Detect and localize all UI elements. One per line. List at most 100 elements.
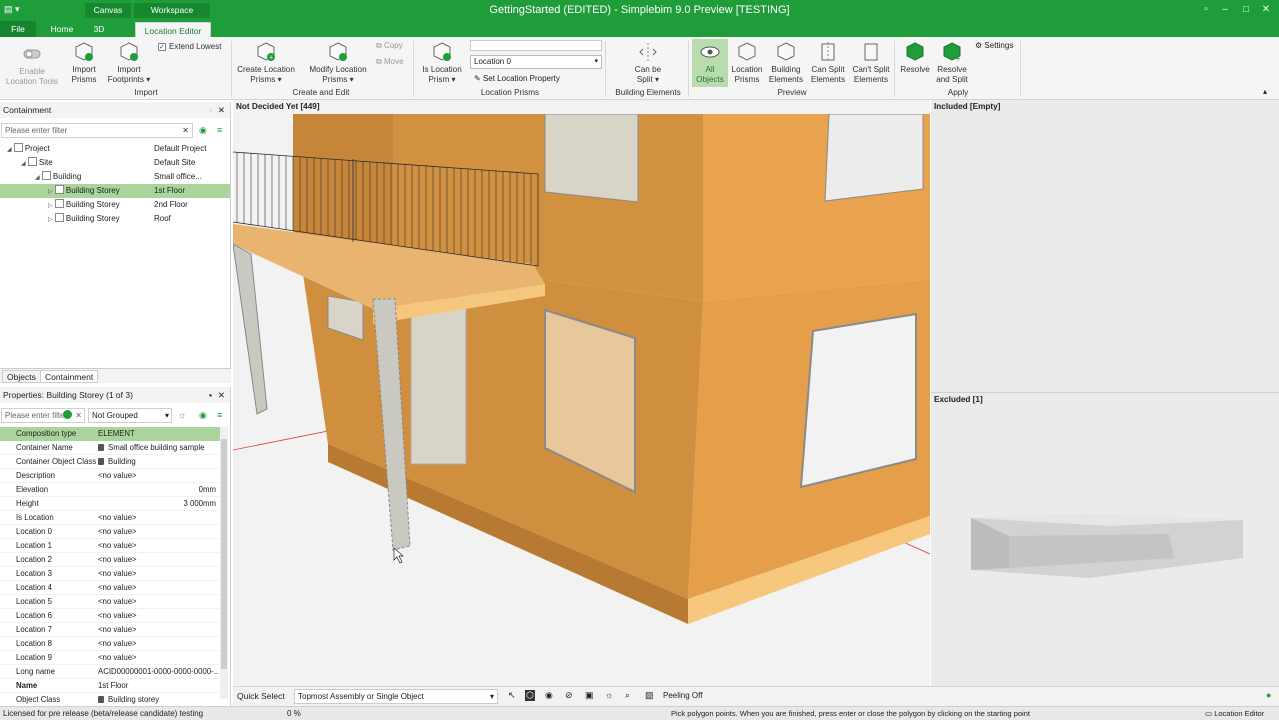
tab-3d[interactable]: 3D	[84, 21, 114, 37]
expander-icon[interactable]: ◢	[21, 161, 26, 167]
property-value[interactable]: <no value>	[96, 581, 218, 595]
cant-split-elements-button[interactable]: Can't Split Elements	[850, 41, 892, 85]
expander-icon[interactable]: ◢	[7, 147, 12, 153]
property-value[interactable]: Small office building sample	[96, 441, 218, 455]
eye-icon[interactable]: ◉	[545, 690, 553, 701]
expander-icon[interactable]: ▷	[48, 189, 53, 195]
property-value[interactable]: Building	[96, 455, 218, 469]
property-value[interactable]: <no value>	[96, 651, 218, 665]
scrollbar[interactable]	[220, 427, 228, 699]
tab-file[interactable]: File	[0, 21, 36, 37]
property-value[interactable]: <no value>	[96, 539, 218, 553]
property-row[interactable]: Location 2 <no value>	[0, 553, 220, 567]
property-row[interactable]: Location 8 <no value>	[0, 637, 220, 651]
property-row[interactable]: Long name ACID00000001-0000-0000-0000-...	[0, 665, 220, 679]
property-row[interactable]: Location 0 <no value>	[0, 525, 220, 539]
property-value[interactable]: <no value>	[96, 623, 218, 637]
tree-row[interactable]: ▷ Building Storey 2nd Floor	[0, 198, 230, 212]
property-value[interactable]: 3 000mm	[96, 497, 218, 511]
settings-button[interactable]: ⚙ Settings	[975, 41, 1013, 50]
property-row[interactable]: Height 3 000mm	[0, 497, 220, 511]
property-row[interactable]: Elevation 0mm	[0, 483, 220, 497]
tab-objects[interactable]: Objects	[2, 370, 41, 383]
pin-icon[interactable]: ▫	[209, 102, 212, 118]
polygon-select-icon[interactable]: ⬡	[525, 690, 535, 701]
building-model[interactable]	[233, 114, 930, 686]
resolve-button[interactable]: Resolve	[898, 41, 932, 75]
tab-location-editor[interactable]: Location Editor	[135, 22, 211, 37]
restore-icon[interactable]: ▫	[1199, 4, 1213, 15]
expander-icon[interactable]: ◢	[35, 175, 40, 181]
property-value[interactable]: <no value>	[96, 609, 218, 623]
property-value[interactable]: <no value>	[96, 637, 218, 651]
property-value[interactable]: <no value>	[96, 469, 218, 483]
target-icon[interactable]: ◉	[199, 125, 207, 136]
excluded-panel[interactable]: Excluded [1]	[931, 393, 1279, 686]
scrollbar-thumb[interactable]	[221, 439, 227, 669]
all-objects-button[interactable]: All Objects	[692, 39, 728, 87]
create-location-prisms-button[interactable]: + Create Location Prisms ▾	[236, 41, 296, 85]
property-row[interactable]: Location 1 <no value>	[0, 539, 220, 553]
property-row[interactable]: Location 5 <no value>	[0, 595, 220, 609]
tree-row[interactable]: ▷ Building Storey Roof	[0, 212, 230, 226]
bulb-icon[interactable]: ☼	[178, 410, 186, 420]
property-value[interactable]: ACID00000001-0000-0000-0000-...	[96, 665, 218, 679]
tree-row[interactable]: ◢ Project Default Project	[0, 142, 230, 156]
expander-icon[interactable]: ▷	[48, 203, 53, 209]
property-row[interactable]: Object Class Building storey	[0, 693, 220, 706]
tree-row-selected[interactable]: ▷ Building Storey 1st Floor	[0, 184, 230, 198]
close-icon[interactable]: ✕	[218, 102, 225, 118]
tree-row[interactable]: ◢ Building Small office...	[0, 170, 230, 184]
peeling-icon[interactable]: ▧	[645, 690, 654, 701]
tab-home[interactable]: Home	[44, 21, 80, 37]
property-row[interactable]: Container Object Class Building	[0, 455, 220, 469]
property-row[interactable]: Container Name Small office building samp…	[0, 441, 220, 455]
property-row[interactable]: Location 6 <no value>	[0, 609, 220, 623]
property-row[interactable]: Description <no value>	[0, 469, 220, 483]
isolate-icon[interactable]: ▣	[585, 690, 594, 701]
maximize-icon[interactable]: □	[1239, 4, 1253, 15]
location-search-field[interactable]	[470, 40, 602, 51]
hide-icon[interactable]: ⊘	[565, 690, 573, 701]
containment-filter-input[interactable]: Please enter filter ✕	[1, 123, 193, 138]
property-value[interactable]: <no value>	[96, 511, 218, 525]
included-panel[interactable]: Included [Empty]	[931, 100, 1279, 392]
location-prisms-button[interactable]: Location Prisms	[730, 41, 764, 85]
location-select[interactable]: Location 0 ▾	[470, 55, 602, 69]
property-value[interactable]: 0mm	[96, 483, 218, 497]
enable-location-tools-button[interactable]: Enable Location Tools	[4, 43, 60, 87]
tree-row[interactable]: ◢ Site Default Site	[0, 156, 230, 170]
properties-filter-input[interactable]: Please enter filte ✕	[1, 408, 85, 423]
property-row[interactable]: Name 1st Floor	[0, 679, 220, 693]
building-elements-button[interactable]: Building Elements	[766, 41, 806, 85]
property-value[interactable]: <no value>	[96, 553, 218, 567]
grouping-select[interactable]: Not Grouped ▾	[88, 408, 172, 423]
copy-button[interactable]: ⧉ Copy	[376, 41, 403, 51]
property-row[interactable]: Is Location <no value>	[0, 511, 220, 525]
light-icon[interactable]: ☼	[605, 690, 613, 700]
collapse-ribbon-icon[interactable]: ▴	[1263, 87, 1267, 96]
viewport-3d[interactable]: Not Decided Yet [449]	[233, 100, 930, 686]
pointer-icon[interactable]: ↖	[508, 690, 516, 701]
list-icon[interactable]: ≡	[217, 125, 222, 135]
property-value[interactable]: <no value>	[96, 525, 218, 539]
set-location-property-button[interactable]: ✎ Set Location Property	[474, 74, 560, 83]
can-be-split-button[interactable]: Can be Split ▾	[626, 41, 670, 85]
target-icon[interactable]: ◉	[199, 410, 207, 421]
list-icon[interactable]: ≡	[217, 410, 222, 420]
close-icon[interactable]: ✕	[1259, 4, 1273, 15]
pin-icon[interactable]: ▪	[209, 387, 212, 403]
quick-select-mode[interactable]: Topmost Assembly or Single Object ▾	[294, 689, 498, 704]
resolve-and-split-button[interactable]: + Resolve and Split	[934, 41, 970, 85]
property-row[interactable]: Location 3 <no value>	[0, 567, 220, 581]
move-button[interactable]: ⧉ Move	[376, 57, 404, 67]
zoom-icon[interactable]: ⌕	[625, 690, 630, 701]
modify-location-prisms-button[interactable]: Modify Location Prisms ▾	[306, 41, 370, 85]
close-icon[interactable]: ✕	[218, 387, 225, 403]
tab-containment[interactable]: Containment	[40, 370, 99, 383]
import-footprints-button[interactable]: Import Footprints ▾	[104, 41, 154, 85]
excluded-object[interactable]	[969, 508, 1245, 588]
property-row[interactable]: Location 7 <no value>	[0, 623, 220, 637]
property-value[interactable]: 1st Floor	[96, 679, 218, 693]
can-split-elements-button[interactable]: Can Split Elements	[808, 41, 848, 85]
